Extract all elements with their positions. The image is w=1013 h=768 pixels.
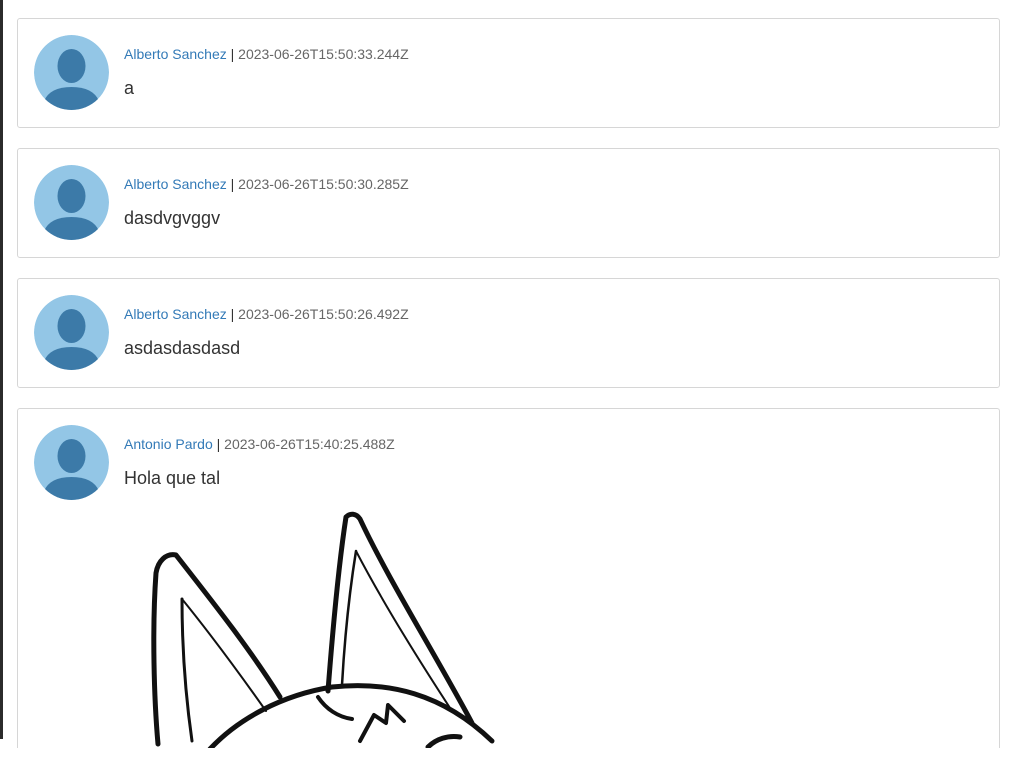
post-card: Alberto Sanchez | 2023-06-26T15:50:26.49… <box>17 278 1000 388</box>
avatar[interactable] <box>34 425 109 500</box>
avatar[interactable] <box>34 35 109 110</box>
post-timestamp: 2023-06-26T15:50:33.244Z <box>238 46 409 62</box>
post-feed: Alberto Sanchez | 2023-06-26T15:50:33.24… <box>17 18 1000 768</box>
post-body: Alberto Sanchez | 2023-06-26T15:50:30.28… <box>124 175 983 229</box>
post-meta: Antonio Pardo | 2023-06-26T15:40:25.488Z <box>124 435 983 453</box>
post-text: dasdvgvggv <box>124 208 221 228</box>
author-link[interactable]: Antonio Pardo <box>124 436 213 452</box>
post-card: Alberto Sanchez | 2023-06-26T15:50:33.24… <box>17 18 1000 128</box>
author-link[interactable]: Alberto Sanchez <box>124 46 227 62</box>
post-image-cat-drawing[interactable] <box>142 509 562 748</box>
post-meta: Alberto Sanchez | 2023-06-26T15:50:30.28… <box>124 175 983 193</box>
avatar[interactable] <box>34 295 109 370</box>
post-text: asdasdasdasd <box>124 338 241 358</box>
post-card: Alberto Sanchez | 2023-06-26T15:50:30.28… <box>17 148 1000 258</box>
post-timestamp: 2023-06-26T15:50:26.492Z <box>238 306 409 322</box>
post-body: Alberto Sanchez | 2023-06-26T15:50:33.24… <box>124 45 983 99</box>
post-meta: Alberto Sanchez | 2023-06-26T15:50:33.24… <box>124 45 983 63</box>
post-text: Hola que tal <box>124 468 221 488</box>
post-meta: Alberto Sanchez | 2023-06-26T15:50:26.49… <box>124 305 983 323</box>
meta-separator: | <box>216 436 221 452</box>
post-body: Alberto Sanchez | 2023-06-26T15:50:26.49… <box>124 305 983 359</box>
post-text: a <box>124 78 135 98</box>
post-timestamp: 2023-06-26T15:40:25.488Z <box>224 436 395 452</box>
meta-separator: | <box>230 306 235 322</box>
window-edge <box>0 0 3 739</box>
avatar[interactable] <box>34 165 109 240</box>
post-timestamp: 2023-06-26T15:50:30.285Z <box>238 176 409 192</box>
post-body: Antonio Pardo | 2023-06-26T15:40:25.488Z… <box>124 435 983 489</box>
meta-separator: | <box>230 46 235 62</box>
author-link[interactable]: Alberto Sanchez <box>124 176 227 192</box>
meta-separator: | <box>230 176 235 192</box>
post-card: Antonio Pardo | 2023-06-26T15:40:25.488Z… <box>17 408 1000 748</box>
author-link[interactable]: Alberto Sanchez <box>124 306 227 322</box>
